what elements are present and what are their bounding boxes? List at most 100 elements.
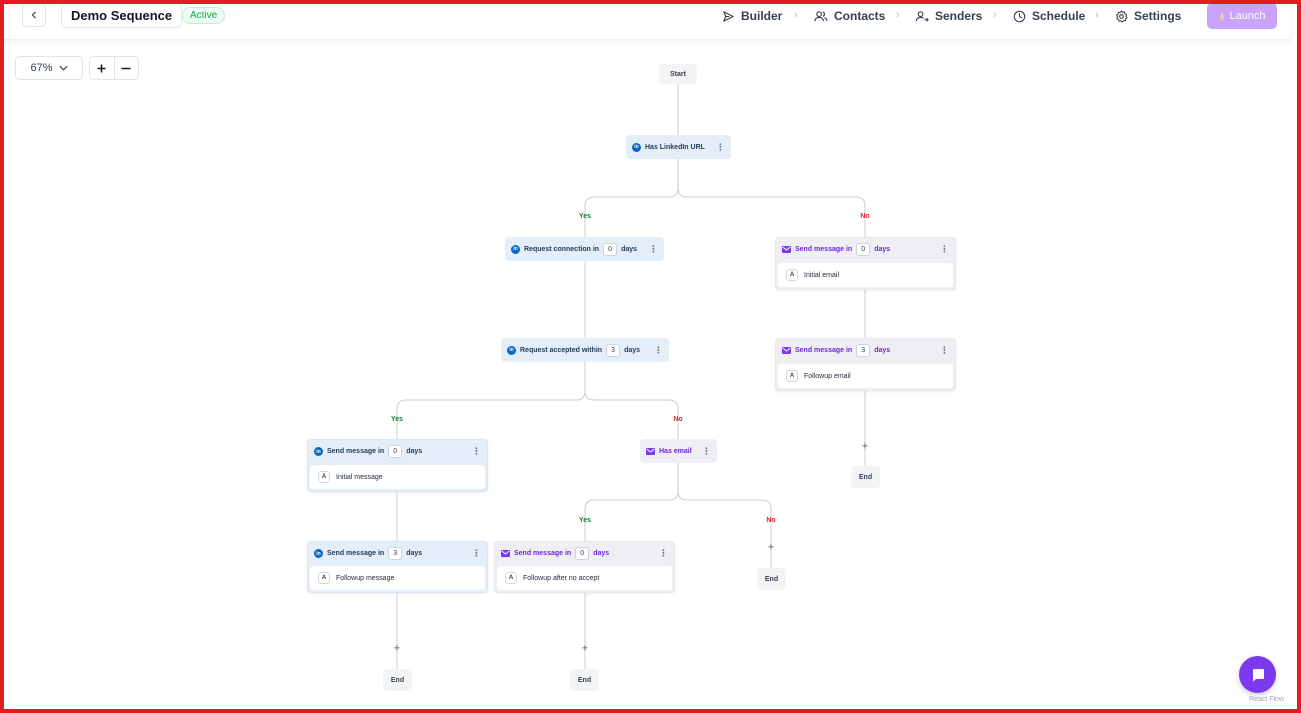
kebab-icon[interactable]: ⋮ [472, 447, 481, 456]
node-label: Send message in [327, 550, 385, 557]
template-name: Initial email [804, 271, 840, 279]
mail-icon [782, 246, 791, 253]
top-bar: Demo Sequence Active Builder › Contacts … [4, 0, 1290, 40]
template-avatar: A [318, 471, 330, 483]
sequence-title[interactable]: Demo Sequence [61, 3, 183, 28]
send-email-card[interactable]: Send message in 3 days ⋮ A Followup emai… [775, 338, 956, 391]
kebab-icon[interactable]: ⋮ [716, 142, 725, 152]
nav-contacts[interactable]: Contacts [814, 8, 885, 24]
node-label: Send message in [795, 246, 853, 253]
linkedin-icon: in [511, 244, 520, 254]
kebab-icon[interactable]: ⋮ [940, 346, 949, 355]
kebab-icon[interactable]: ⋮ [654, 345, 663, 355]
node-label: Has email [659, 447, 692, 455]
days-input[interactable]: 3 [856, 344, 871, 357]
days-label: days [874, 246, 891, 253]
template-avatar: A [318, 572, 330, 584]
edge-linkedin-split [584, 157, 866, 237]
card-header: in Send message in 3 days ⋮ [308, 542, 487, 565]
back-button[interactable] [22, 3, 46, 27]
template-name: Followup email [804, 372, 851, 380]
add-step-button[interactable]: + [394, 643, 400, 655]
send-email-card[interactable]: Send message in 0 days ⋮ A Followup afte… [494, 541, 675, 593]
rocket-icon [1220, 12, 1225, 21]
nav-settings[interactable]: Settings [1115, 8, 1181, 24]
nav-senders-label: Senders [935, 9, 983, 23]
template-avatar: A [505, 572, 517, 584]
has-email-node[interactable]: Has email ⋮ [640, 439, 717, 463]
linkedin-icon: in [314, 447, 323, 456]
end-node[interactable]: End [757, 568, 786, 590]
message-template[interactable]: A Initial email [778, 263, 953, 287]
days-input[interactable]: 0 [603, 242, 618, 256]
days-input[interactable]: 3 [606, 343, 621, 357]
days-input[interactable]: 0 [388, 445, 403, 458]
gear-icon [1115, 9, 1128, 23]
mail-icon [501, 550, 510, 557]
clock-icon [1013, 10, 1026, 22]
react-flow-attribution[interactable]: React Flow [1249, 696, 1284, 703]
chat-button[interactable] [1239, 656, 1276, 693]
nav-builder-label: Builder [741, 9, 783, 23]
message-template[interactable]: A Initial message [310, 465, 485, 489]
user-send-icon [915, 10, 929, 22]
template-name: Followup message [336, 574, 395, 582]
card-header: in Send message in 0 days ⋮ [308, 440, 487, 463]
days-input[interactable]: 0 [856, 243, 871, 256]
nav-senders[interactable]: Senders [915, 8, 982, 24]
days-label: days [874, 347, 891, 354]
chevron-right-icon: › [896, 9, 900, 21]
add-step-button[interactable]: + [582, 643, 588, 655]
edge-accepted-split [396, 362, 679, 440]
node-label: Send message in [327, 448, 385, 455]
branch-yes-label: Yes [578, 213, 592, 220]
kebab-icon[interactable]: ⋮ [702, 446, 711, 456]
send-message-card[interactable]: in Send message in 0 days ⋮ A Initial me… [307, 439, 488, 492]
send-message-card[interactable]: in Send message in 3 days ⋮ A Followup m… [307, 541, 488, 593]
days-label: days [406, 550, 423, 557]
nav-schedule[interactable]: Schedule [1013, 8, 1085, 24]
kebab-icon[interactable]: ⋮ [649, 244, 658, 254]
node-label: Send message in [514, 550, 572, 557]
card-header: Send message in 0 days ⋮ [776, 238, 955, 261]
node-label: Has LinkedIn URL [645, 143, 705, 151]
add-step-button[interactable]: + [862, 441, 868, 453]
days-label: days [406, 448, 423, 455]
start-node[interactable]: Start [659, 64, 697, 84]
chat-icon [1252, 668, 1264, 681]
message-template[interactable]: A Followup email [778, 364, 953, 388]
message-template[interactable]: A Followup message [310, 566, 485, 590]
chevron-right-icon: › [794, 9, 798, 21]
request-accepted-node[interactable]: in Request accepted within 3 days ⋮ [501, 338, 669, 362]
node-label: Request connection in [524, 245, 600, 253]
message-template[interactable]: A Followup after no accept [497, 566, 672, 590]
mail-icon [782, 347, 791, 354]
kebab-icon[interactable]: ⋮ [659, 549, 668, 558]
request-connection-node[interactable]: in Request connection in 0 days ⋮ [505, 237, 664, 261]
end-node[interactable]: End [851, 466, 880, 488]
chevron-left-icon [31, 11, 36, 19]
days-label: days [624, 346, 641, 354]
has-linkedin-url-node[interactable]: in Has LinkedIn URL ⋮ [626, 135, 731, 159]
days-input[interactable]: 0 [575, 547, 590, 560]
mail-icon [646, 447, 655, 455]
branch-no-label: No [673, 416, 683, 423]
nav-schedule-label: Schedule [1032, 9, 1086, 23]
status-badge: Active [182, 7, 226, 24]
days-input[interactable]: 3 [388, 547, 403, 560]
nav-contacts-label: Contacts [834, 9, 886, 23]
nav-settings-label: Settings [1134, 9, 1182, 23]
branch-yes-label: Yes [390, 416, 404, 423]
nav-builder[interactable]: Builder [722, 8, 782, 24]
send-email-card[interactable]: Send message in 0 days ⋮ A Initial email [775, 237, 956, 290]
add-step-button[interactable]: + [768, 542, 774, 554]
end-node[interactable]: End [570, 669, 599, 691]
send-icon [723, 10, 734, 22]
launch-button[interactable]: Launch [1207, 3, 1277, 29]
end-node[interactable]: End [383, 669, 412, 691]
days-label: days [593, 550, 610, 557]
kebab-icon[interactable]: ⋮ [940, 245, 949, 254]
linkedin-icon: in [507, 345, 516, 355]
kebab-icon[interactable]: ⋮ [472, 549, 481, 558]
days-label: days [621, 245, 638, 253]
